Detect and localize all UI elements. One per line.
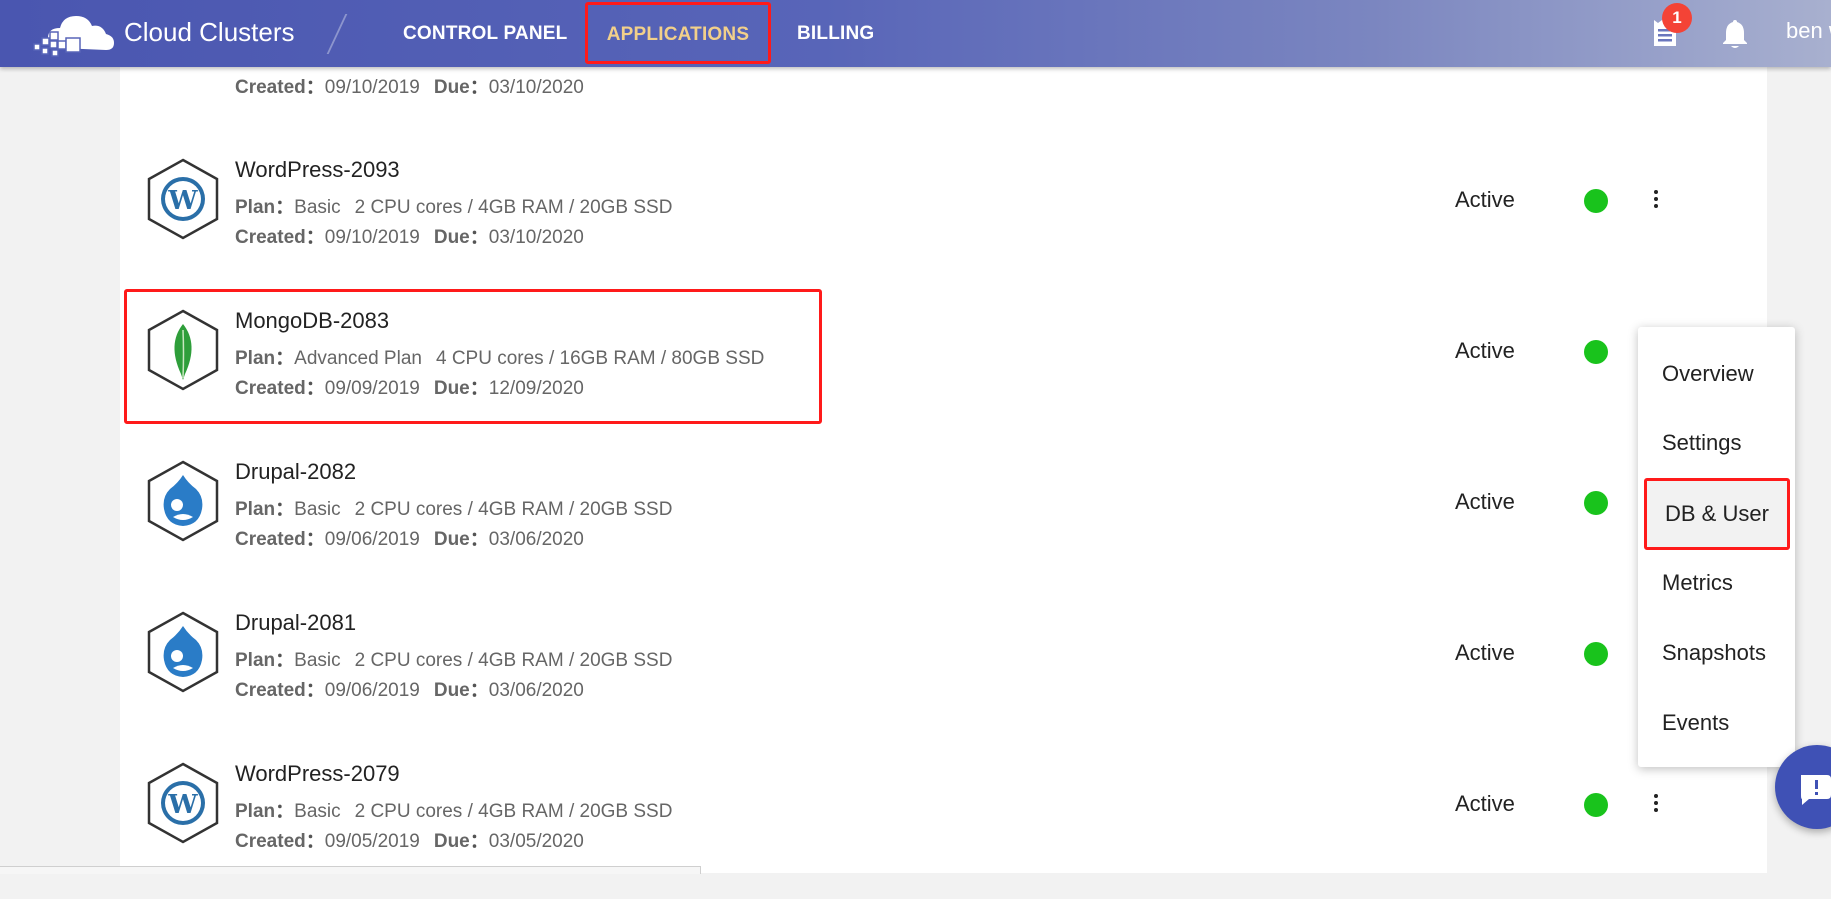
app-dates: Created：09/10/2019 Due：03/10/2020	[235, 77, 584, 98]
menu-item-settings[interactable]: Settings	[1638, 412, 1795, 474]
more-options-icon[interactable]	[1648, 187, 1664, 217]
status-text: Active	[1455, 489, 1515, 514]
status-indicator	[1584, 793, 1608, 817]
status-text: Active	[1455, 187, 1515, 212]
brand-name[interactable]: Cloud Clusters	[124, 17, 295, 48]
app-dates: Created：09/10/2019 Due：03/10/2020	[235, 227, 584, 248]
menu-item-overview[interactable]: Overview	[1638, 343, 1795, 405]
app-plan: Plan：Basic 2 CPU cores / 4GB RAM / 20GB S…	[235, 801, 673, 822]
status-indicator	[1584, 491, 1608, 515]
bell-icon[interactable]	[1718, 16, 1752, 50]
list-item[interactable]: W WordPress-2079 Plan：Basic 2 CPU cores /…	[120, 749, 1767, 899]
header-divider	[326, 14, 348, 54]
status-indicator	[1584, 189, 1608, 213]
menu-item-events[interactable]: Events	[1638, 692, 1795, 754]
user-menu[interactable]: ben w	[1786, 18, 1831, 44]
app-plan: Plan：Basic 2 CPU cores / 4GB RAM / 20GB S…	[235, 650, 673, 671]
nav-applications[interactable]: APPLICATIONS	[585, 2, 771, 64]
svg-text:W: W	[167, 186, 198, 216]
cloud-logo-icon[interactable]	[30, 8, 120, 58]
more-options-icon[interactable]	[1648, 791, 1664, 821]
notification-badge[interactable]: 1	[1662, 3, 1692, 33]
drupal-icon	[147, 460, 219, 542]
status-indicator	[1584, 340, 1608, 364]
app-name[interactable]: Drupal-2081	[235, 610, 356, 636]
app-plan: Plan：Basic 2 CPU cores / 4GB RAM / 20GB S…	[235, 499, 673, 520]
selection-highlight	[124, 289, 822, 424]
nav-control-panel[interactable]: CONTROL PANEL	[403, 0, 567, 67]
applications-list: W Created：09/10/2019Due：03/10/2020 W Wor…	[120, 0, 1767, 873]
chat-icon	[1801, 775, 1831, 805]
list-item[interactable]: W WordPress-2093 Plan：Basic 2 CPU cores /…	[120, 145, 1767, 295]
app-actions-menu: Overview Settings DB & User Metrics Snap…	[1638, 327, 1795, 767]
status-text: Active	[1455, 338, 1515, 363]
app-name[interactable]: WordPress-2079	[235, 761, 400, 787]
list-item[interactable]: Drupal-2081 Plan：Basic 2 CPU cores / 4GB …	[120, 598, 1767, 748]
menu-item-metrics[interactable]: Metrics	[1638, 552, 1795, 614]
app-dates: Created：09/06/2019 Due：03/06/2020	[235, 680, 584, 701]
status-text: Active	[1455, 791, 1515, 816]
app-dates: Created：09/06/2019 Due：03/06/2020	[235, 529, 584, 550]
status-indicator	[1584, 642, 1608, 666]
app-dates: Created：09/05/2019 Due：03/05/2020	[235, 831, 584, 852]
chat-button[interactable]	[1775, 745, 1831, 829]
svg-text:W: W	[167, 790, 198, 820]
nav-billing[interactable]: BILLING	[797, 0, 874, 67]
list-item[interactable]: Drupal-2082 Plan：Basic 2 CPU cores / 4GB …	[120, 447, 1767, 597]
menu-item-snapshots[interactable]: Snapshots	[1638, 622, 1795, 684]
wordpress-icon: W	[147, 762, 219, 844]
top-nav-bar: Cloud Clusters CONTROL PANEL APPLICATION…	[0, 0, 1831, 67]
menu-item-db-user[interactable]: DB & User	[1644, 478, 1790, 550]
app-name[interactable]: Drupal-2082	[235, 459, 356, 485]
app-plan: Plan：Basic 2 CPU cores / 4GB RAM / 20GB S…	[235, 197, 673, 218]
status-text: Active	[1455, 640, 1515, 665]
drupal-icon	[147, 611, 219, 693]
app-name[interactable]: WordPress-2093	[235, 157, 400, 183]
wordpress-icon: W	[147, 158, 219, 240]
